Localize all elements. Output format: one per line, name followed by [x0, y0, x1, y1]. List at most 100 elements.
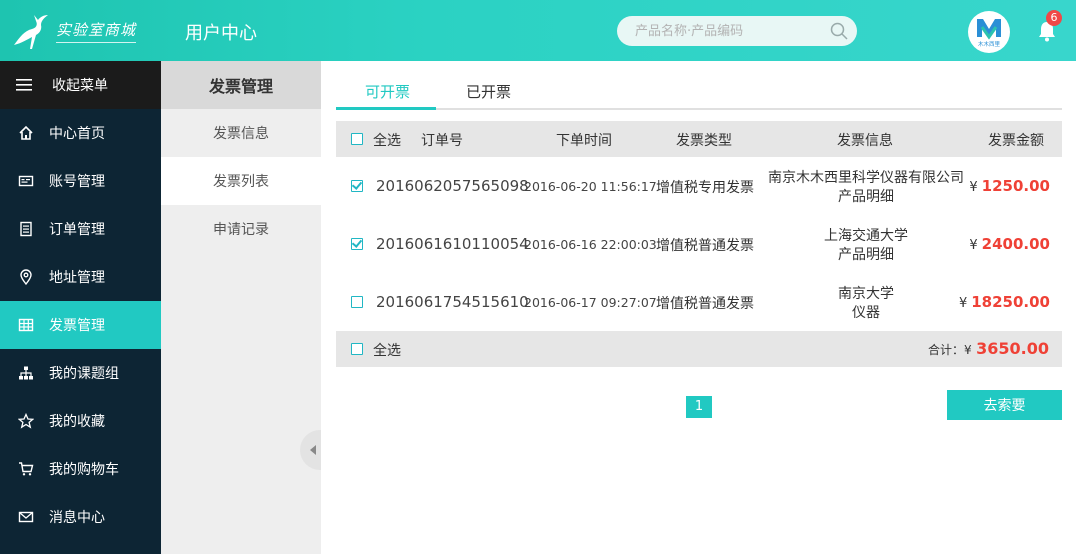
currency-symbol: ¥ [969, 238, 978, 253]
sidebar-item-cart[interactable]: 我的购物车 [0, 445, 161, 493]
row-checkbox[interactable] [351, 296, 363, 308]
tab-invoiceable[interactable]: 可开票 [365, 81, 410, 102]
invoice-type: 增值税普通发票 [656, 238, 754, 254]
tab-bar: 可开票 已开票 [336, 61, 1062, 110]
column-header-order-no: 订单号 [421, 133, 463, 149]
invoice-amount: ¥2400.00 [956, 235, 1050, 253]
mail-icon [18, 511, 34, 523]
subnav-item-invoice-list[interactable]: 发票列表 [161, 157, 321, 205]
table-row: 2016062057565098 2016-06-20 11:56:17 增值税… [336, 157, 1062, 215]
hamburger-icon [16, 79, 32, 91]
sidebar-item-invoice[interactable]: 发票管理 [0, 301, 161, 349]
search-icon[interactable] [829, 21, 849, 41]
column-header-invoice-amount: 发票金额 [988, 133, 1044, 149]
column-header-invoice-info: 发票信息 [837, 133, 893, 149]
subnav-item-invoice-info[interactable]: 发票信息 [161, 109, 321, 157]
order-time: 2016-06-17 09:27:07 [524, 295, 657, 310]
currency-symbol: ¥ [969, 180, 978, 195]
avatar[interactable]: 木木西里 [968, 11, 1010, 53]
sidebar-item-favorites[interactable]: 我的收藏 [0, 397, 161, 445]
cart-icon [19, 462, 34, 476]
active-tab-indicator [336, 107, 436, 110]
table-row: 2016061754515610 2016-06-17 09:27:07 增值税… [336, 273, 1062, 331]
invoice-company: 南京大学 [838, 286, 894, 302]
collapse-menu-button[interactable]: 收起菜单 [0, 61, 161, 109]
row-checkbox[interactable] [351, 238, 363, 250]
top-header: 实验室商城 用户中心 木木西里 6 [0, 0, 1076, 61]
table-footer: 全选 合计：¥ 3650.00 [336, 331, 1062, 367]
column-header-order-time: 下单时间 [556, 133, 612, 149]
invoice-type: 增值税普通发票 [656, 296, 754, 312]
collapse-menu-label: 收起菜单 [52, 78, 108, 94]
invoice-amount: ¥1250.00 [956, 177, 1050, 195]
amount-value: 18250.00 [971, 293, 1050, 311]
select-all-checkbox[interactable] [351, 133, 363, 145]
invoice-amount: ¥18250.00 [956, 293, 1050, 311]
invoice-info: 南京木木西里科学仪器有限公司 产品明细 [761, 169, 971, 207]
total-value: 3650.00 [976, 339, 1049, 358]
home-icon [19, 125, 33, 140]
id-card-icon [18, 175, 34, 187]
sidebar-item-label: 地址管理 [49, 270, 105, 286]
table-header: 全选 订单号 下单时间 发票类型 发票信息 发票金额 [336, 121, 1062, 157]
order-number: 2016062057565098 [376, 177, 529, 195]
subnav-title: 发票管理 [161, 61, 321, 109]
sidebar-item-research-group[interactable]: 我的课题组 [0, 349, 161, 397]
currency-symbol: ¥ [958, 296, 968, 311]
invoice-company: 上海交通大学 [824, 228, 908, 244]
search-box [617, 16, 857, 46]
page-button-1[interactable]: 1 [686, 396, 712, 418]
page-title: 用户中心 [185, 23, 257, 44]
footer-select-all-label: 全选 [373, 343, 401, 359]
invoice-detail: 仪器 [852, 305, 880, 321]
invoice-info: 上海交通大学 产品明细 [761, 227, 971, 265]
order-time: 2016-06-20 11:56:17 [524, 179, 657, 194]
sidebar-item-label: 发票管理 [49, 318, 105, 334]
select-all-label: 全选 [373, 133, 401, 149]
org-chart-icon [19, 366, 33, 380]
sub-sidebar: 发票管理 发票信息 发票列表 申请记录 [161, 61, 321, 554]
location-pin-icon [20, 269, 32, 285]
grid-icon [18, 318, 34, 332]
table-row: 2016061610110054 2016-06-16 22:00:03 增值税… [336, 215, 1062, 273]
column-header-invoice-type: 发票类型 [676, 133, 732, 149]
sidebar-item-home[interactable]: 中心首页 [0, 109, 161, 157]
subnav-item-apply-records[interactable]: 申请记录 [161, 205, 321, 253]
total-label: 合计：¥ [928, 343, 972, 357]
antelope-logo-icon [14, 15, 48, 49]
invoice-type: 增值税专用发票 [656, 180, 754, 196]
tab-invoiced[interactable]: 已开票 [466, 81, 511, 102]
sidebar-item-orders[interactable]: 订单管理 [0, 205, 161, 253]
total: 合计：¥ 3650.00 [928, 339, 1049, 358]
sidebar-item-label: 消息中心 [49, 510, 105, 526]
footer-select-all-checkbox[interactable] [351, 343, 363, 355]
sidebar-item-label: 账号管理 [49, 174, 105, 190]
sidebar-item-label: 我的购物车 [49, 462, 119, 478]
invoice-info: 南京大学 仪器 [761, 285, 971, 323]
invoice-detail: 产品明细 [838, 247, 894, 263]
invoice-detail: 产品明细 [838, 189, 894, 205]
sidebar-item-label: 订单管理 [49, 222, 105, 238]
logo-text: 实验室商城 [56, 19, 137, 43]
sidebar-item-label: 我的课题组 [49, 366, 119, 382]
sidebar: 收起菜单 中心首页 账号管理 订单管理 地址管理 发票管理 我的课题组 我的收藏… [0, 61, 161, 554]
star-icon [18, 413, 34, 429]
sidebar-item-label: 我的收藏 [49, 414, 105, 430]
order-time: 2016-06-16 22:00:03 [524, 237, 657, 252]
search-input[interactable] [617, 16, 817, 46]
sidebar-item-account[interactable]: 账号管理 [0, 157, 161, 205]
row-checkbox[interactable] [351, 180, 363, 192]
sidebar-item-messages[interactable]: 消息中心 [0, 493, 161, 541]
invoice-company: 南京木木西里科学仪器有限公司 [768, 170, 964, 186]
sidebar-item-label: 中心首页 [49, 126, 105, 142]
chevron-left-icon [310, 445, 316, 455]
document-icon [20, 221, 32, 237]
logo[interactable]: 实验室商城 [10, 8, 150, 54]
request-invoice-button[interactable]: 去索要 [947, 390, 1062, 420]
brand-avatar-icon: 木木西里 [977, 19, 1001, 48]
amount-value: 2400.00 [981, 235, 1050, 253]
order-number: 2016061610110054 [376, 235, 529, 253]
sidebar-item-address[interactable]: 地址管理 [0, 253, 161, 301]
notification-badge: 6 [1046, 10, 1062, 26]
order-number: 2016061754515610 [376, 293, 529, 311]
